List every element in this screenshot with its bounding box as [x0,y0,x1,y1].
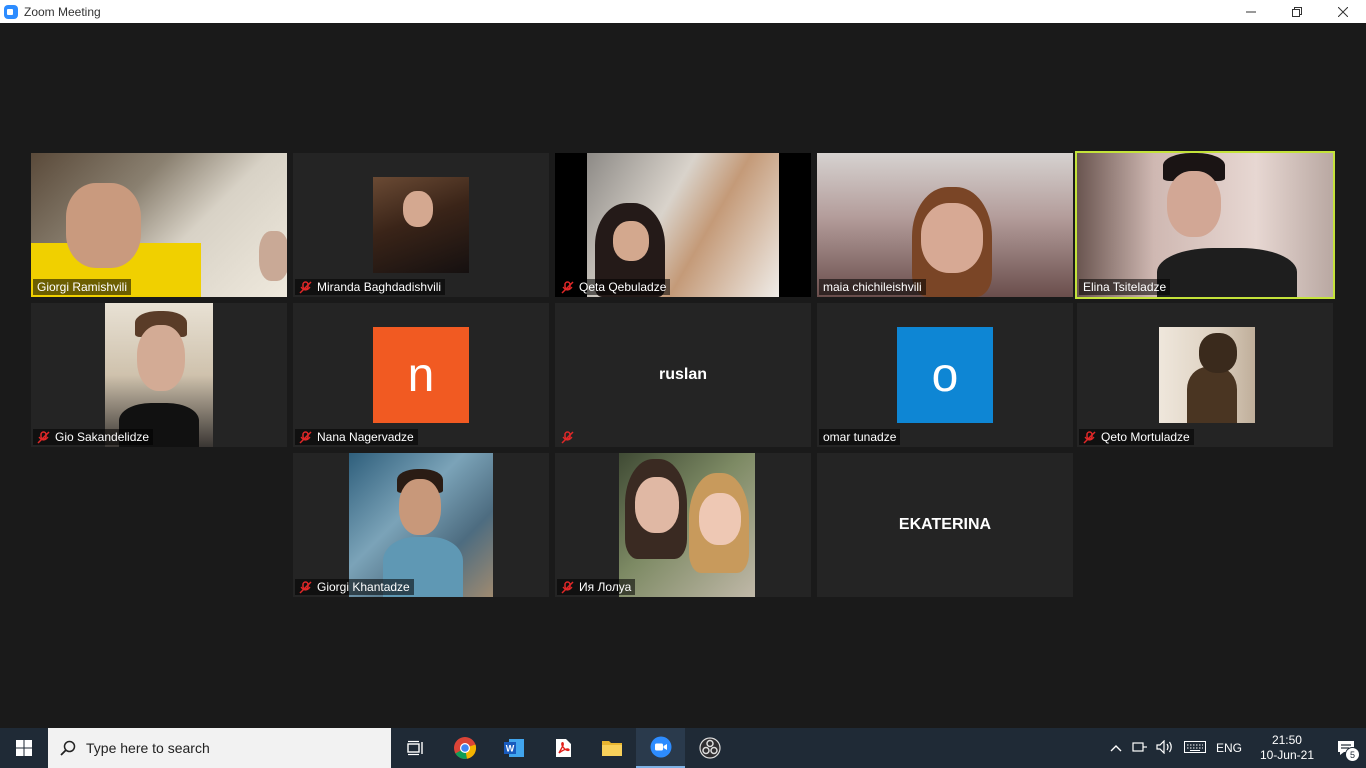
search-placeholder: Type here to search [86,740,210,756]
word-taskbar-button[interactable]: W [489,728,538,768]
notification-count-badge: 5 [1345,747,1360,762]
participant-name-label: Ия Лолуа [557,579,636,595]
participant-tile[interactable]: maia chichileishvili [817,153,1073,297]
zoom-icon [650,736,671,758]
participant-tile[interactable]: Ия Лолуа [555,453,811,597]
muted-mic-icon [561,280,574,294]
touch-keyboard-icon[interactable] [1183,740,1206,756]
acrobat-taskbar-button[interactable] [538,728,587,768]
participant-name-label: Miranda Baghdadishvili [295,279,446,295]
participant-name-label: Gio Sakandelidze [33,429,154,445]
participant-profile-picture [373,177,469,273]
participant-display-name: EKATERINA [898,516,992,533]
window-title: Zoom Meeting [24,4,101,19]
muted-mic-icon [1083,430,1096,444]
participant-tile[interactable]: Qeta Qebuladze [555,153,811,297]
participant-tile[interactable]: ruslan [555,303,811,447]
participant-tile[interactable]: Giorgi Ramishvili [31,153,287,297]
restore-button[interactable] [1274,0,1320,23]
show-hidden-icons-chevron-up-icon[interactable] [1110,741,1122,755]
start-button[interactable] [0,728,48,768]
muted-mic-icon [561,580,574,594]
participant-tile-active-speaker[interactable]: Elina Tsiteladze [1075,151,1335,299]
muted-mic-icon [299,280,312,294]
volume-icon[interactable] [1156,739,1174,757]
pdf-icon [555,739,571,757]
taskbar-clock[interactable]: 21:50 10-Jun-21 [1260,733,1314,763]
windows-taskbar: Type here to search W ENG 21:50 10-Jun-2… [0,728,1366,768]
participant-tile[interactable]: EKATERINA [817,453,1073,597]
close-button[interactable] [1320,0,1366,23]
participant-profile-picture [349,453,493,597]
participant-video [817,153,1073,297]
participant-video [587,153,779,297]
participant-video [1077,153,1333,297]
participant-tile[interactable]: Gio Sakandelidze [31,303,287,447]
window-controls [1228,0,1366,23]
system-tray: ENG 21:50 10-Jun-21 5 [1110,728,1366,768]
svg-text:W: W [505,744,514,754]
participant-avatar: n [373,327,469,423]
participant-name-label: Qeta Qebuladze [557,279,671,295]
search-icon [60,740,76,756]
clock-date: 10-Jun-21 [1259,748,1314,762]
participant-tile[interactable]: n Nana Nagervadze [293,303,549,447]
minimize-button[interactable] [1228,0,1274,23]
participant-video [105,303,213,447]
obs-icon [698,737,721,759]
power-plug-icon[interactable] [1132,740,1148,757]
participant-tile[interactable]: Giorgi Khantadze [293,453,549,597]
word-icon: W [503,739,524,757]
participant-name-label: omar tunadze [819,429,901,445]
obs-taskbar-button[interactable] [685,728,734,768]
chrome-icon [453,737,476,759]
participant-name-label: Qeto Mortuladze [1079,429,1194,445]
action-center-button[interactable]: 5 [1326,728,1366,768]
clock-time: 21:50 [1271,733,1302,747]
input-language-indicator[interactable]: ENG [1216,741,1242,755]
participant-name-label: maia chichileishvili [819,279,926,295]
gallery-view: Giorgi Ramishvili Miranda Baghdadishvili… [0,23,1366,728]
muted-mic-icon [299,580,312,594]
muted-mic-icon [561,430,574,444]
participant-profile-picture [1159,327,1255,423]
title-bar: Zoom Meeting [0,0,1366,23]
muted-mic-icon [299,430,312,444]
participant-name-label [557,429,583,445]
participant-tile[interactable]: Qeto Mortuladze [1077,303,1333,447]
folder-icon [601,741,622,756]
muted-mic-icon [37,430,50,444]
participant-avatar: o [897,327,993,423]
participant-tile[interactable]: o omar tunadze [817,303,1073,447]
chrome-taskbar-button[interactable] [440,728,489,768]
file-explorer-taskbar-button[interactable] [587,728,636,768]
zoom-taskbar-button[interactable] [636,728,685,768]
participant-name-label: Elina Tsiteladze [1079,279,1171,295]
task-view-icon [406,740,423,756]
participant-name-label: Giorgi Khantadze [295,579,414,595]
participant-display-name: ruslan [658,366,707,383]
zoom-app-icon [4,4,18,19]
participant-name-label: Giorgi Ramishvili [33,279,132,295]
taskbar-search-box[interactable]: Type here to search [48,728,391,768]
participant-name-label: Nana Nagervadze [295,429,418,445]
participant-video [31,153,287,297]
task-view-button[interactable] [391,728,440,768]
participant-tile[interactable]: Miranda Baghdadishvili [293,153,549,297]
participant-profile-picture [619,453,755,597]
windows-logo-icon [16,740,32,756]
